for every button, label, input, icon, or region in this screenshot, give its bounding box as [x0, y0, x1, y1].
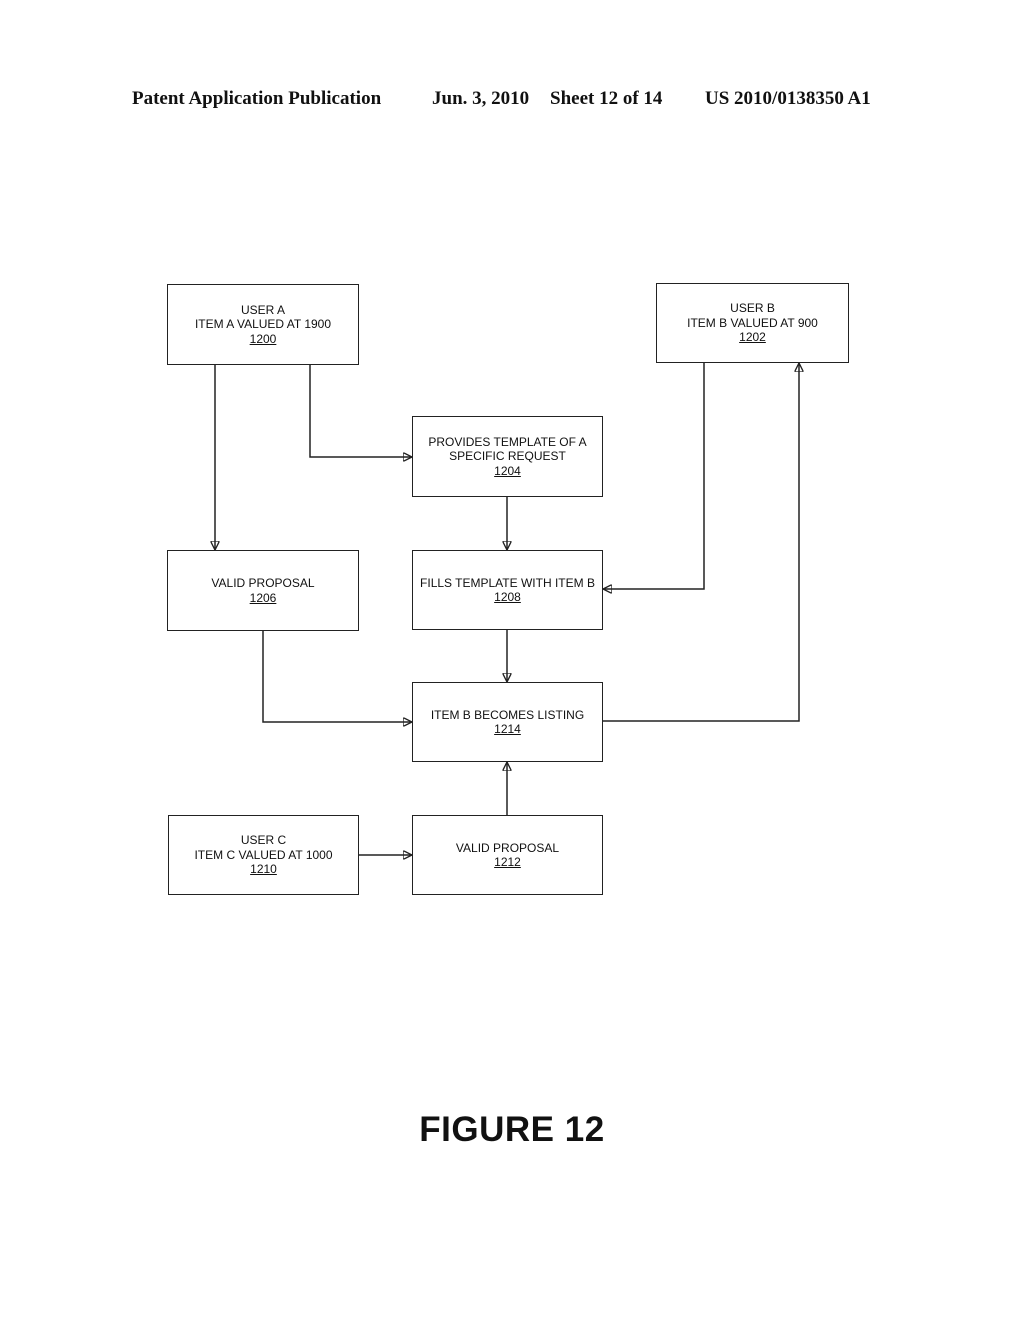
figure-caption: FIGURE 12: [419, 1110, 605, 1149]
edge-1206-1214: [262, 631, 412, 722]
node-user-a: USER A ITEM A VALUED AT 1900 1200: [167, 284, 359, 365]
node-line: USER A: [240, 302, 285, 317]
node-ref: 1212: [494, 855, 521, 869]
node-ref: 1204: [494, 463, 521, 478]
node-ref: 1206: [249, 590, 277, 605]
node-ref: 1214: [494, 722, 521, 736]
node-line: ITEM B VALUED AT 900: [687, 315, 818, 330]
node-ref: 1210: [250, 862, 277, 877]
node-line: FILLS TEMPLATE WITH ITEM B: [420, 575, 595, 590]
node-item-b-listing: ITEM B BECOMES LISTING 1214: [412, 682, 603, 762]
node-valid-proposal-1206: VALID PROPOSAL 1206: [167, 550, 359, 631]
node-fills-template: FILLS TEMPLATE WITH ITEM B 1208: [412, 550, 603, 630]
node-line: SPECIFIC REQUEST: [449, 449, 566, 464]
edge-1202-1208: [603, 363, 705, 589]
node-line: PROVIDES TEMPLATE OF A: [428, 434, 587, 449]
edge-1200-1204: [309, 365, 412, 457]
node-line: VALID PROPOSAL: [455, 840, 560, 855]
node-ref: 1200: [249, 331, 277, 346]
node-line: ITEM C VALUED AT 1000: [194, 847, 333, 862]
node-line: ITEM A VALUED AT 1900: [194, 317, 332, 332]
node-ref: 1202: [739, 330, 766, 345]
node-ref: 1208: [494, 590, 521, 604]
node-user-b: USER B ITEM B VALUED AT 900 1202: [656, 283, 849, 363]
node-user-c: USER C ITEM C VALUED AT 1000 1210: [168, 815, 359, 895]
node-line: USER C: [240, 833, 287, 848]
node-line: USER B: [730, 301, 775, 316]
node-line: VALID PROPOSAL: [211, 576, 315, 590]
node-line: ITEM B BECOMES LISTING: [430, 707, 585, 722]
node-provides-template: PROVIDES TEMPLATE OF A SPECIFIC REQUEST …: [412, 416, 603, 497]
edge-1214-1202: [603, 363, 799, 722]
node-valid-proposal-1212: VALID PROPOSAL 1212: [412, 815, 603, 895]
